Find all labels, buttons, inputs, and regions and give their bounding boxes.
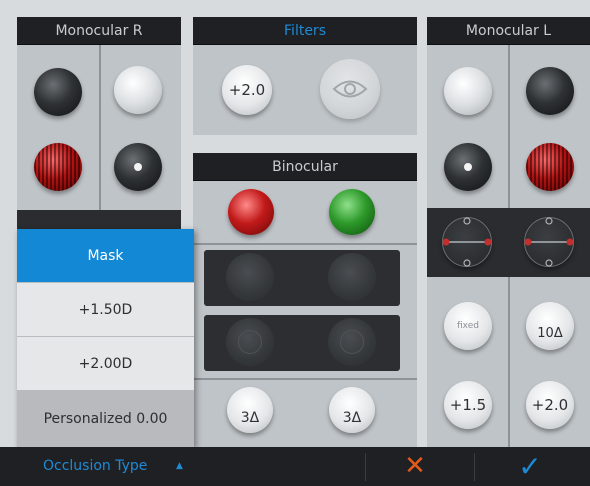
binocular-divider-2	[193, 378, 417, 380]
eye-icon	[332, 80, 368, 98]
l-fixed-label: fixed	[457, 321, 479, 331]
l-plus-20-button[interactable]: +2.0	[526, 381, 574, 429]
monocular-l-title: Monocular L	[465, 22, 552, 39]
filters-header: Filters	[193, 17, 417, 45]
l-red-maddox-button[interactable]	[526, 143, 574, 191]
occlusion-screen: Monocular R Filters +2.0 Binocular 3Δ 3Δ	[0, 0, 590, 486]
monocular-r-divider	[99, 45, 101, 210]
binocular-polar-left-button[interactable]	[226, 253, 274, 301]
spiral-left-icon	[238, 330, 262, 354]
monocular-r-title: Monocular R	[55, 22, 143, 39]
chevron-up-icon[interactable]: ▲	[176, 447, 183, 486]
l-plus-20-label: +2.0	[531, 396, 569, 414]
binocular-divider-1	[193, 243, 417, 245]
occlusion-type-dropdown[interactable]: Occlusion Type	[43, 447, 147, 486]
occlusion-option-mask[interactable]: Mask	[17, 229, 194, 283]
r-hidden-row	[17, 210, 181, 229]
occlusion-option-plus150-label: +1.50D	[78, 301, 133, 318]
l-occluder-dark-button[interactable]	[526, 67, 574, 115]
occlusion-option-plus200[interactable]: +2.00D	[17, 337, 194, 391]
binocular-prism-left-label: 3Δ	[240, 410, 260, 426]
r-red-maddox-button[interactable]	[34, 143, 82, 191]
binocular-header: Binocular	[193, 153, 417, 181]
binocular-prism-left-button[interactable]: 3Δ	[227, 387, 273, 433]
r-clear-lens-button[interactable]	[114, 66, 162, 114]
l-prism-10-label: 10Δ	[537, 325, 563, 341]
monocular-l-header: Monocular L	[427, 17, 590, 45]
binocular-green-filter-button[interactable]	[329, 189, 375, 235]
l-fixed-cross-cylinder-button[interactable]: fixed	[444, 302, 492, 350]
monocular-r-header: Monocular R	[17, 17, 181, 45]
binocular-title: Binocular	[272, 158, 338, 175]
occlusion-option-personalized-label: Personalized 0.00	[43, 411, 168, 427]
binocular-red-filter-button[interactable]	[228, 189, 274, 235]
l-clear-lens-button[interactable]	[444, 67, 492, 115]
occlusion-option-mask-label: Mask	[87, 247, 124, 264]
r-occluder-dark-button[interactable]	[34, 68, 82, 116]
occlusion-option-plus150[interactable]: +1.50D	[17, 283, 194, 337]
occlusion-option-personalized[interactable]: Personalized 0.00	[17, 391, 194, 447]
bottom-bar-separator-1	[365, 453, 366, 481]
l-plus-15-label: +1.5	[449, 396, 487, 414]
filters-eye-button[interactable]	[320, 59, 380, 119]
l-prism-10-button[interactable]: 10Δ	[526, 302, 574, 350]
cross-cylinder-icon	[524, 217, 574, 267]
bottom-bar-separator-2	[474, 453, 475, 481]
filters-lens-button[interactable]: +2.0	[222, 65, 272, 115]
bottom-action-bar: Occlusion Type ▲ ✕ ✓	[0, 447, 590, 486]
confirm-button[interactable]: ✓	[510, 447, 550, 486]
occlusion-type-menu: Mask +1.50D +2.00D Personalized 0.00	[17, 229, 194, 447]
filters-title: Filters	[284, 22, 326, 39]
l-pinhole-button[interactable]	[444, 143, 492, 191]
l-plus-15-button[interactable]: +1.5	[444, 381, 492, 429]
binocular-polar-right-button[interactable]	[328, 253, 376, 301]
binocular-prism-right-label: 3Δ	[342, 410, 362, 426]
binocular-prism-right-button[interactable]: 3Δ	[329, 387, 375, 433]
filters-lens-value: +2.0	[228, 81, 266, 99]
occlusion-option-plus200-label: +2.00D	[78, 355, 133, 372]
l-cross-cylinder-left-button[interactable]	[442, 217, 492, 267]
cross-cylinder-icon	[442, 217, 492, 267]
cancel-button[interactable]: ✕	[400, 447, 430, 486]
spiral-right-icon	[340, 330, 364, 354]
l-cross-cylinder-right-button[interactable]	[524, 217, 574, 267]
r-pinhole-button[interactable]	[114, 143, 162, 191]
